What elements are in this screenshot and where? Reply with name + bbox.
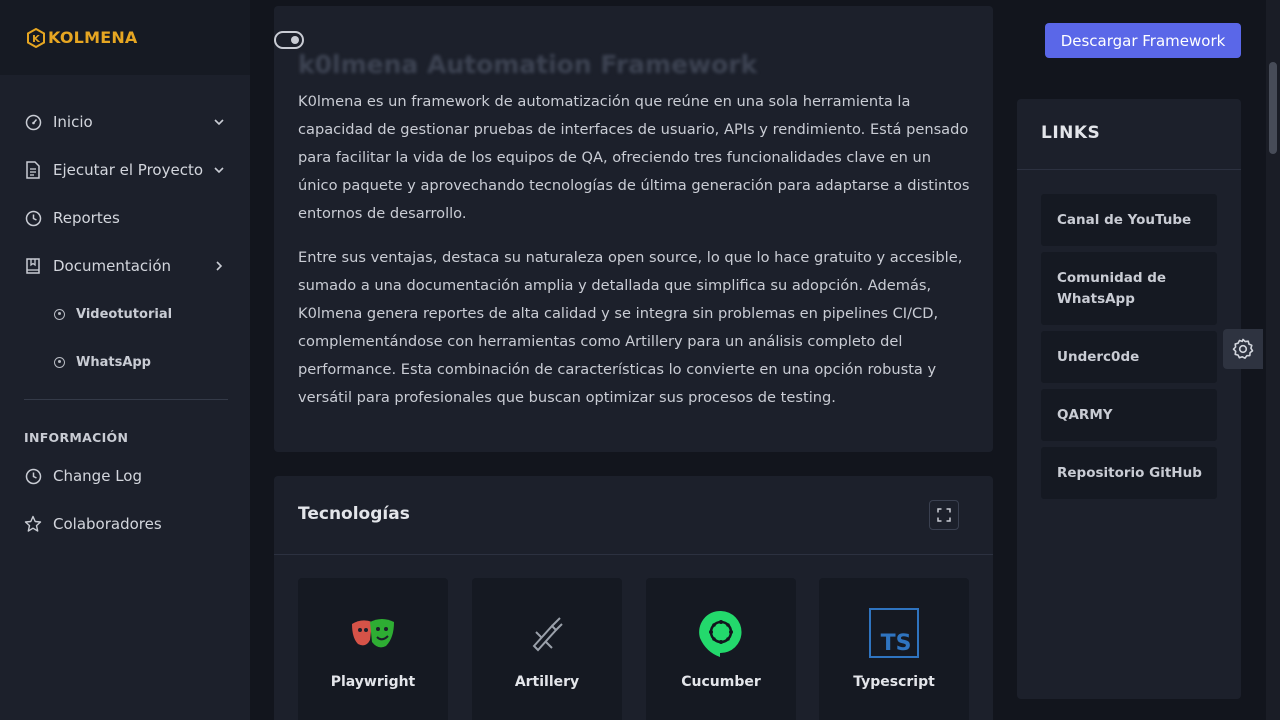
chevron-down-icon [214,167,224,174]
playwright-icon [352,619,394,648]
sidebar-item-inicio[interactable]: Inicio [24,108,228,136]
topbar: Descargar Framework [250,0,1266,80]
scrollbar-thumb[interactable] [1269,62,1277,154]
clock-icon [24,467,42,485]
sidebar-item-ejecutar[interactable]: Ejecutar el Proyecto [24,156,228,184]
chevron-right-icon [216,261,223,271]
book-icon [24,257,42,275]
gauge-icon [24,113,42,131]
sidebar-item-reportes[interactable]: Reportes [24,204,228,232]
tech-name: Typescript [853,674,935,690]
cucumber-icon [699,610,742,657]
gear-icon [1232,338,1254,360]
tech-name: Cucumber [681,674,761,690]
sidebar-subitem-label: Videotutorial [76,306,173,322]
tech-card-playwright[interactable]: Playwright [298,578,448,720]
link-youtube[interactable]: Canal de YouTube [1041,194,1217,246]
sidebar-subitem-videotutorial[interactable]: Videotutorial [54,302,172,326]
download-framework-button[interactable]: Descargar Framework [1045,23,1241,58]
technologies-card: Tecnologías Playwright Artillery Cucumbe… [274,476,993,720]
links-title: LINKS [1041,123,1101,143]
hexagon-logo-icon: K [27,27,45,48]
link-github-repo[interactable]: Repositorio GitHub [1041,447,1217,499]
sidebar: K KOLMENA Inicio Ejecutar el Proyecto Re… [0,0,250,720]
scrollbar[interactable] [1266,0,1280,720]
theme-toggle[interactable] [274,31,304,49]
link-whatsapp-community[interactable]: Comunidad de WhatsApp [1041,252,1217,325]
sidebar-item-label: Change Log [53,467,142,485]
sidebar-subitem-whatsapp[interactable]: WhatsApp [54,350,151,374]
tech-name: Playwright [330,674,416,690]
tech-card-typescript[interactable]: TS Typescript [819,578,969,720]
link-underc0de[interactable]: Underc0de [1041,331,1217,383]
svg-text:TS: TS [881,631,912,656]
sidebar-subitem-label: WhatsApp [76,354,151,370]
sidebar-item-label: Inicio [53,113,93,131]
sidebar-item-label: Documentación [53,257,172,275]
about-paragraph: K0lmena es un framework de automatizació… [298,93,970,222]
sidebar-item-label: Ejecutar el Proyecto [53,161,204,179]
artillery-icon [532,617,563,652]
typescript-icon: TS [869,608,919,658]
settings-button[interactable] [1223,329,1263,369]
link-qarmy[interactable]: QARMY [1041,389,1217,441]
chevron-down-icon [214,119,224,126]
brand-logo[interactable]: K KOLMENA [0,0,250,75]
sidebar-divider [24,399,228,400]
fullscreen-button[interactable] [929,500,959,530]
svg-text:K: K [32,34,41,45]
clock-icon [24,209,42,227]
brand-name: KOLMENA [48,28,138,47]
section-divider [274,554,993,555]
technologies-title: Tecnologías [298,504,410,524]
sidebar-item-colaboradores[interactable]: Colaboradores [24,510,228,538]
document-icon [24,161,42,179]
sidebar-section-title: INFORMACIÓN [24,430,129,445]
sidebar-item-label: Colaboradores [53,515,162,533]
tech-name: Artillery [514,674,580,690]
tech-card-cucumber[interactable]: Cucumber [646,578,796,720]
links-divider [1017,169,1241,170]
sidebar-item-documentacion[interactable]: Documentación [24,252,228,280]
bullet-icon [54,356,65,368]
expand-icon [937,508,951,522]
tech-card-artillery[interactable]: Artillery [472,578,622,720]
sidebar-item-label: Reportes [53,209,120,227]
links-panel: LINKS Canal de YouTube Comunidad de What… [1017,99,1241,699]
star-icon [24,515,42,533]
sidebar-item-changelog[interactable]: Change Log [24,462,228,490]
bullet-icon [54,308,65,320]
about-paragraph: Entre sus ventajas, destaca su naturalez… [298,249,963,406]
